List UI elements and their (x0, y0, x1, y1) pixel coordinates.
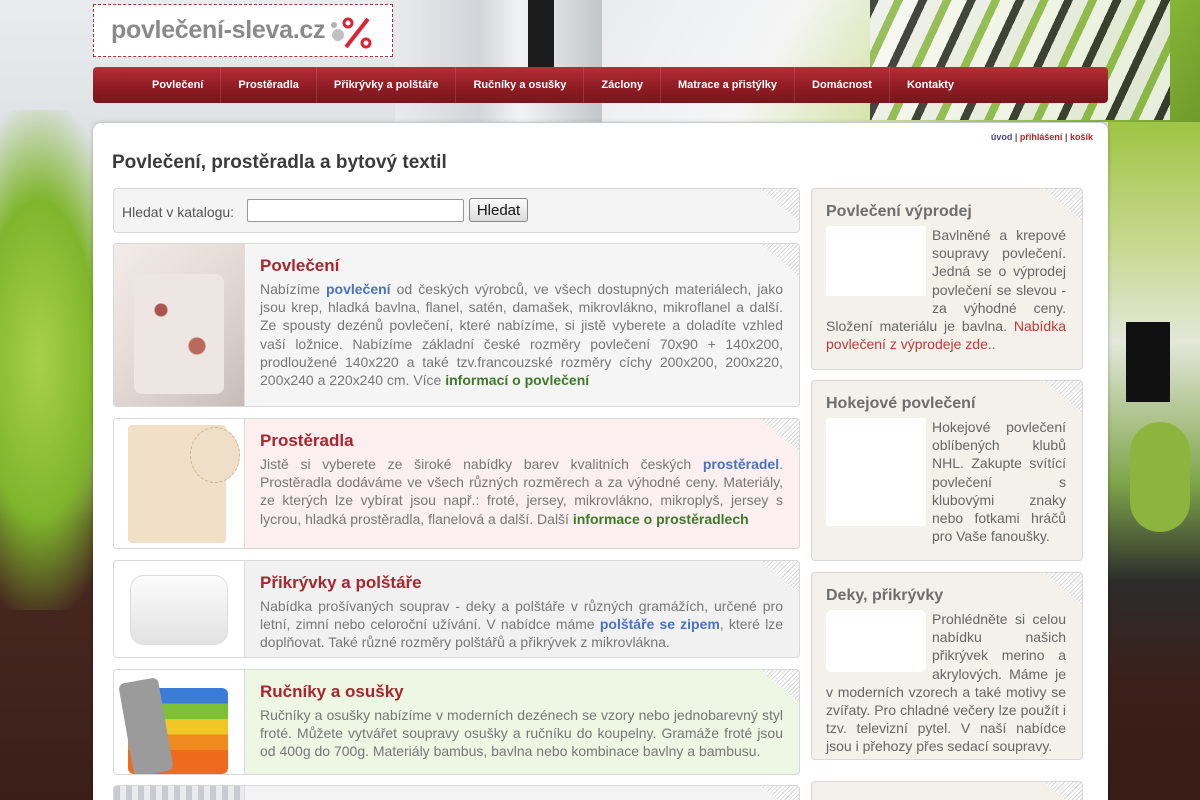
nav-item-prikryvky[interactable]: Přikrývky a polštáře (317, 67, 457, 103)
page-title: Povlečení, prostěradla a bytový textil (112, 152, 447, 173)
search-label: Hledat v katalogu: (122, 204, 235, 220)
main-nav: Povlečení Prostěradla Přikrývky a polštá… (93, 67, 1108, 103)
category-title[interactable]: Přikrývky a polštáře (260, 573, 422, 593)
search-input[interactable] (247, 199, 464, 222)
background-dark-column (528, 0, 554, 70)
sidebar-title[interactable]: Povlečení výprodej (826, 203, 972, 221)
nav-item-zaclony[interactable]: Záclony (584, 67, 661, 103)
top-links: úvod | přihlášení | košík (990, 132, 1093, 142)
content-panel: úvod | přihlášení | košík Povlečení, pro… (93, 123, 1108, 800)
nav-item-matrace[interactable]: Matrace a přistýlky (661, 67, 796, 103)
category-link[interactable]: povlečení (326, 281, 391, 297)
search-button[interactable]: Hledat (469, 198, 528, 222)
search-box: Hledat v katalogu: Hledat (113, 188, 800, 233)
category-povleceni: Povlečení Nabízíme povlečení od českých … (113, 243, 800, 407)
sidebar-text: Bavlněné a krepové soupravy povlečení. J… (826, 226, 1066, 353)
sidebar-box-vyprodej: Povlečení výprodej Bavlněné a krepové so… (811, 188, 1083, 370)
sidebar-title[interactable]: Deky, přikrývky (826, 587, 943, 605)
percent-sale-icon (331, 17, 372, 49)
sidebar-image[interactable] (826, 418, 926, 526)
category-link[interactable]: prostěradel (703, 456, 779, 472)
sidebar-box-next (811, 781, 1083, 800)
home-link[interactable]: úvod (991, 132, 1013, 142)
background-curtain (395, 0, 605, 122)
sidebar-text: Hokejové povlečení oblíbených klubů NHL.… (826, 418, 1066, 545)
login-link[interactable]: přihlášení (1020, 132, 1063, 142)
category-image[interactable] (114, 561, 245, 657)
category-title[interactable]: Ručníky a osušky (260, 682, 404, 702)
more-info-link[interactable]: informace o prostěradlech (573, 511, 749, 527)
logo-text: povlečení-sleva.cz (111, 16, 326, 44)
category-image[interactable] (114, 419, 245, 548)
category-text: Jistě si vyberete ze široké nabídky bare… (260, 456, 783, 527)
category-title[interactable]: Povlečení (260, 256, 339, 276)
sidebar-image[interactable] (826, 610, 926, 672)
category-prosteradla: Prostěradla Jistě si vyberete ze široké … (113, 418, 800, 549)
category-text: Nabídka prošívaných souprav - deky a pol… (260, 598, 783, 651)
background-right-decor (1108, 122, 1200, 800)
sidebar-title[interactable]: Hokejové povlečení (826, 395, 975, 413)
nav-item-domacnost[interactable]: Domácnost (795, 67, 890, 103)
cart-link[interactable]: košík (1070, 132, 1093, 142)
sidebar-box-hokej: Hokejové povlečení Hokejové povlečení ob… (811, 380, 1083, 561)
sidebar-box-deky: Deky, přikrývky Prohlédněte si celou nab… (811, 572, 1083, 760)
site-logo[interactable]: povlečení-sleva.cz (93, 4, 393, 57)
nav-item-rucniky[interactable]: Ručníky a osušky (456, 67, 585, 103)
category-image[interactable] (114, 786, 245, 800)
category-rucniky: Ručníky a osušky Ručníky a osušky nabízí… (113, 669, 800, 775)
category-image[interactable] (114, 670, 245, 774)
sidebar-image[interactable] (826, 226, 926, 296)
category-link[interactable]: polštáře se zipem (600, 616, 720, 632)
category-text: Ručníky a osušky nabízíme v moderních de… (260, 707, 783, 760)
category-title[interactable]: Prostěradla (260, 431, 354, 451)
category-next (113, 785, 800, 800)
more-info-link[interactable]: informací o povlečení (445, 372, 589, 388)
category-prikryvky: Přikrývky a polštáře Nabídka prošívaných… (113, 560, 800, 658)
category-image[interactable] (114, 244, 245, 406)
nav-item-povleceni[interactable]: Povlečení (135, 67, 222, 103)
nav-item-prosteradla[interactable]: Prostěradla (221, 67, 317, 103)
sidebar-text: Prohlédněte si celou nabídku našich přik… (826, 610, 1066, 755)
category-text: Nabízíme povlečení od českých výrobců, v… (260, 281, 783, 389)
nav-item-kontakty[interactable]: Kontakty (890, 67, 971, 103)
